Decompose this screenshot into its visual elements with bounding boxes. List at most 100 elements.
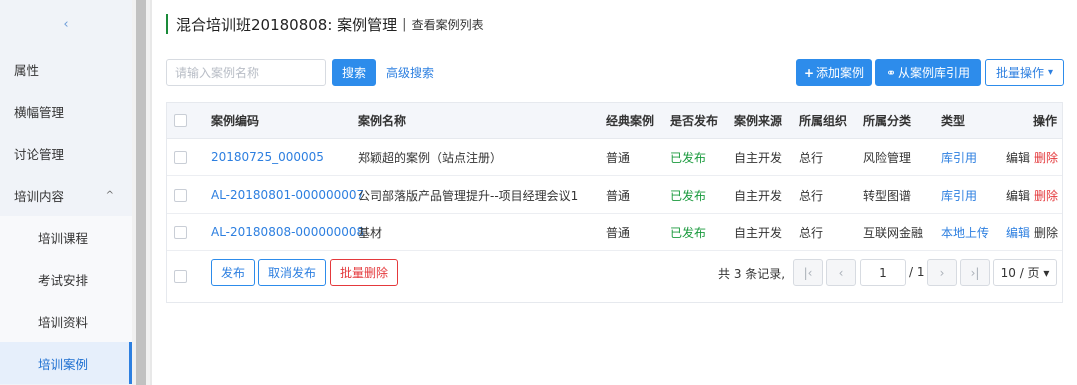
last-page-button[interactable]: ›| <box>960 259 990 286</box>
first-page-icon: |‹ <box>803 265 813 280</box>
column-header-name: 案例名称 <box>358 114 407 128</box>
delete-button[interactable]: 删除 <box>1034 187 1058 204</box>
page-number-input[interactable]: 1 <box>860 259 906 286</box>
sidebar-item-label: 培训内容 <box>14 188 65 204</box>
next-page-button[interactable]: › <box>927 259 957 286</box>
add-case-button[interactable]: + 添加案例 <box>796 59 872 86</box>
column-header-source: 案例来源 <box>734 114 783 128</box>
sidebar-item-label: 培训资料 <box>38 314 89 330</box>
case-category: 风险管理 <box>863 150 912 165</box>
last-page-icon: ›| <box>970 265 980 280</box>
search-button[interactable]: 搜索 <box>332 59 376 86</box>
sidebar-item-label: 属性 <box>14 62 40 78</box>
sidebar-item-label: 横幅管理 <box>14 104 65 120</box>
chevron-left-icon: ‹ <box>838 265 844 280</box>
sidebar-scrollbar-thumb[interactable] <box>136 0 146 385</box>
total-records: 共 3 条记录, <box>718 267 786 281</box>
row-select-cell <box>174 177 187 213</box>
page-title-bar: 混合培训班20180808: 案例管理 | 查看案例列表 <box>166 14 484 34</box>
case-type: 库引用 <box>941 150 978 165</box>
row-actions: 编辑 删除 <box>1006 214 1058 250</box>
sidebar-subitem-exam-schedule[interactable]: 考试安排 <box>0 258 132 300</box>
sidebar-subitem-training-courses[interactable]: 培训课程 <box>0 216 132 258</box>
row-actions: 编辑 删除 <box>1006 177 1058 213</box>
sidebar: ‹ 属性 横幅管理 讨论管理 培训内容 ^ 培训课程 考试安排 培训资料 培训案… <box>0 0 132 385</box>
sidebar-item-banner-management[interactable]: 横幅管理 <box>0 90 132 132</box>
plus-icon: + <box>803 65 815 80</box>
case-classic: 普通 <box>606 188 631 203</box>
case-table: 案例编码 案例名称 经典案例 是否发布 案例来源 所属组织 所属分类 类型 操作… <box>166 102 1063 303</box>
case-name: 基材 <box>358 225 383 240</box>
prev-page-button[interactable]: ‹ <box>826 259 856 286</box>
case-name-search-input[interactable] <box>166 59 326 86</box>
edit-button[interactable]: 编辑 <box>1006 149 1030 166</box>
page-subtitle: 查看案例列表 <box>411 17 484 32</box>
sidebar-item-discussion-management[interactable]: 讨论管理 <box>0 132 132 174</box>
column-header-code: 案例编码 <box>211 114 260 128</box>
collapse-sidebar-button[interactable]: ‹ <box>0 0 132 48</box>
column-header-classic: 经典案例 <box>606 114 655 128</box>
batch-delete-button[interactable]: 批量删除 <box>330 259 398 286</box>
column-header-ops: 操作 <box>1033 114 1058 128</box>
page-size-select[interactable]: 10 / 页 ▾ <box>993 259 1057 286</box>
edit-button[interactable]: 编辑 <box>1006 187 1030 204</box>
column-header-category: 所属分类 <box>863 114 912 128</box>
publish-button[interactable]: 发布 <box>211 259 255 286</box>
row-actions: 编辑 删除 <box>1006 139 1058 175</box>
case-source: 自主开发 <box>734 150 783 165</box>
sidebar-item-label: 讨论管理 <box>14 146 65 162</box>
batch-operations-label: 批量操作 <box>995 66 1044 80</box>
reference-from-library-label: 从案例库引用 <box>898 66 971 80</box>
table-row: AL-20180801-000000007 公司部落版产品管理提升--项目经理会… <box>167 177 1062 214</box>
case-classic: 普通 <box>606 225 631 240</box>
footer-select-all-checkbox[interactable] <box>174 270 187 283</box>
row-select-cell <box>174 139 187 175</box>
reference-from-library-button[interactable]: ⚭ 从案例库引用 <box>875 59 981 86</box>
case-code-link[interactable]: AL-20180801-000000007 <box>211 177 364 213</box>
first-page-button[interactable]: |‹ <box>793 259 823 286</box>
case-org: 总行 <box>799 188 824 203</box>
row-select-cell <box>174 214 187 250</box>
footer-select-cell <box>174 251 187 302</box>
case-code-link[interactable]: AL-20180808-000000008 <box>211 214 364 250</box>
sidebar-item-properties[interactable]: 属性 <box>0 48 132 90</box>
unpublish-button[interactable]: 取消发布 <box>258 259 326 286</box>
table-row: AL-20180808-000000008 基材 普通 已发布 自主开发 总行 … <box>167 214 1062 251</box>
case-code-link[interactable]: 20180725_000005 <box>211 139 324 175</box>
page-title: 混合培训班20180808: 案例管理 <box>176 15 398 34</box>
case-org: 总行 <box>799 150 824 165</box>
column-header-type: 类型 <box>941 114 966 128</box>
sidebar-item-label: 培训案例 <box>38 356 89 372</box>
case-source: 自主开发 <box>734 225 783 240</box>
chevron-left-icon[interactable]: ‹ <box>63 17 68 32</box>
link-icon: ⚭ <box>885 65 897 80</box>
column-header-published: 是否发布 <box>670 114 719 128</box>
table-footer: 发布 取消发布 批量删除 共 3 条记录, |‹ ‹ 1 / 1 › ›| 10… <box>167 251 1062 302</box>
sidebar-divider <box>150 0 152 385</box>
app-root: ‹ 属性 横幅管理 讨论管理 培训内容 ^ 培训课程 考试安排 培训资料 培训案… <box>0 0 1077 385</box>
case-published-status: 已发布 <box>670 188 707 203</box>
batch-operations-dropdown[interactable]: 批量操作 ▾ <box>985 59 1064 86</box>
advanced-search-link[interactable]: 高级搜索 <box>386 64 434 81</box>
delete-button[interactable]: 删除 <box>1034 224 1058 241</box>
chevron-right-icon: › <box>939 265 945 280</box>
title-separator: | <box>402 16 407 32</box>
case-category: 互联网金融 <box>863 225 924 240</box>
sidebar-item-training-content[interactable]: 培训内容 ^ <box>0 174 132 216</box>
sidebar-subitem-training-materials[interactable]: 培训资料 <box>0 300 132 342</box>
case-org: 总行 <box>799 225 824 240</box>
edit-button[interactable]: 编辑 <box>1006 224 1030 241</box>
case-type: 库引用 <box>941 188 978 203</box>
select-all-checkbox[interactable] <box>174 114 187 127</box>
table-header: 案例编码 案例名称 经典案例 是否发布 案例来源 所属组织 所属分类 类型 操作 <box>167 103 1062 139</box>
case-classic: 普通 <box>606 150 631 165</box>
case-name: 郑颖超的案例（站点注册） <box>358 150 503 165</box>
sidebar-subitem-training-cases[interactable]: 培训案例 <box>0 342 132 384</box>
case-category: 转型图谱 <box>863 188 912 203</box>
row-checkbox[interactable] <box>174 150 187 164</box>
row-checkbox[interactable] <box>174 225 187 239</box>
caret-down-icon: ▾ <box>1047 67 1054 78</box>
delete-button[interactable]: 删除 <box>1034 149 1058 166</box>
column-header-org: 所属组织 <box>799 114 848 128</box>
row-checkbox[interactable] <box>174 188 187 202</box>
